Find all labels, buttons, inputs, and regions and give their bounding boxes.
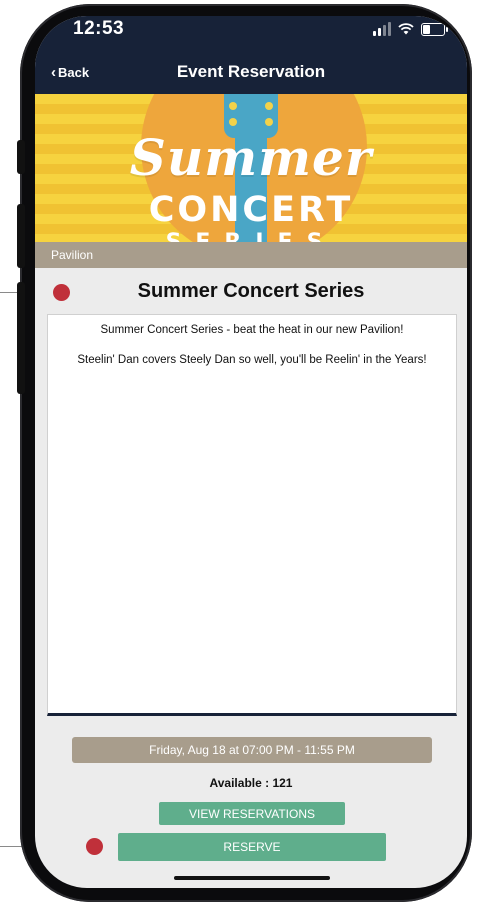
cellular-signal-icon [373,22,391,36]
description-line: Summer Concert Series - beat the heat in… [100,324,404,336]
event-title: Summer Concert Series [137,280,365,302]
banner-series-text: SERIES [35,230,467,242]
screenshot-stage: 12:53 ‹ Back Event Reservation Summer CO… [0,0,478,906]
description-line: Steelin' Dan covers Steely Dan so well, … [77,354,427,366]
event-description-box[interactable]: Summer Concert Series - beat the heat in… [47,314,457,716]
guitar-tuner [229,118,237,126]
banner-summer-text: Summer [129,128,373,187]
status-icons [373,22,448,36]
callout-marker [53,284,70,301]
battery-icon [421,22,448,36]
event-location: Pavilion [51,248,94,262]
silent-switch [17,140,25,174]
availability-count: Available : 121 [209,776,293,790]
status-time: 12:53 [73,18,125,39]
callout-marker [86,838,103,855]
guitar-tuner [229,102,237,110]
view-reservations-button[interactable]: VIEW RESERVATIONS [159,802,345,825]
event-banner-image: Summer CONCERT SERIES [35,94,467,242]
home-indicator[interactable] [174,876,330,880]
event-datetime: Friday, Aug 18 at 07:00 PM - 11:55 PM [72,737,432,763]
banner-concert-text: CONCERT [148,190,354,230]
phone-screen: 12:53 ‹ Back Event Reservation Summer CO… [35,16,467,888]
guitar-tuner [265,102,273,110]
reserve-button[interactable]: RESERVE [118,833,386,861]
page-title: Event Reservation [176,62,326,81]
location-bar: Pavilion [35,242,467,268]
top-bar: 12:53 ‹ Back Event Reservation [35,16,467,94]
guitar-tuner [265,118,273,126]
volume-up-button [17,204,25,268]
volume-down-button [17,282,25,394]
wifi-icon [398,23,414,35]
